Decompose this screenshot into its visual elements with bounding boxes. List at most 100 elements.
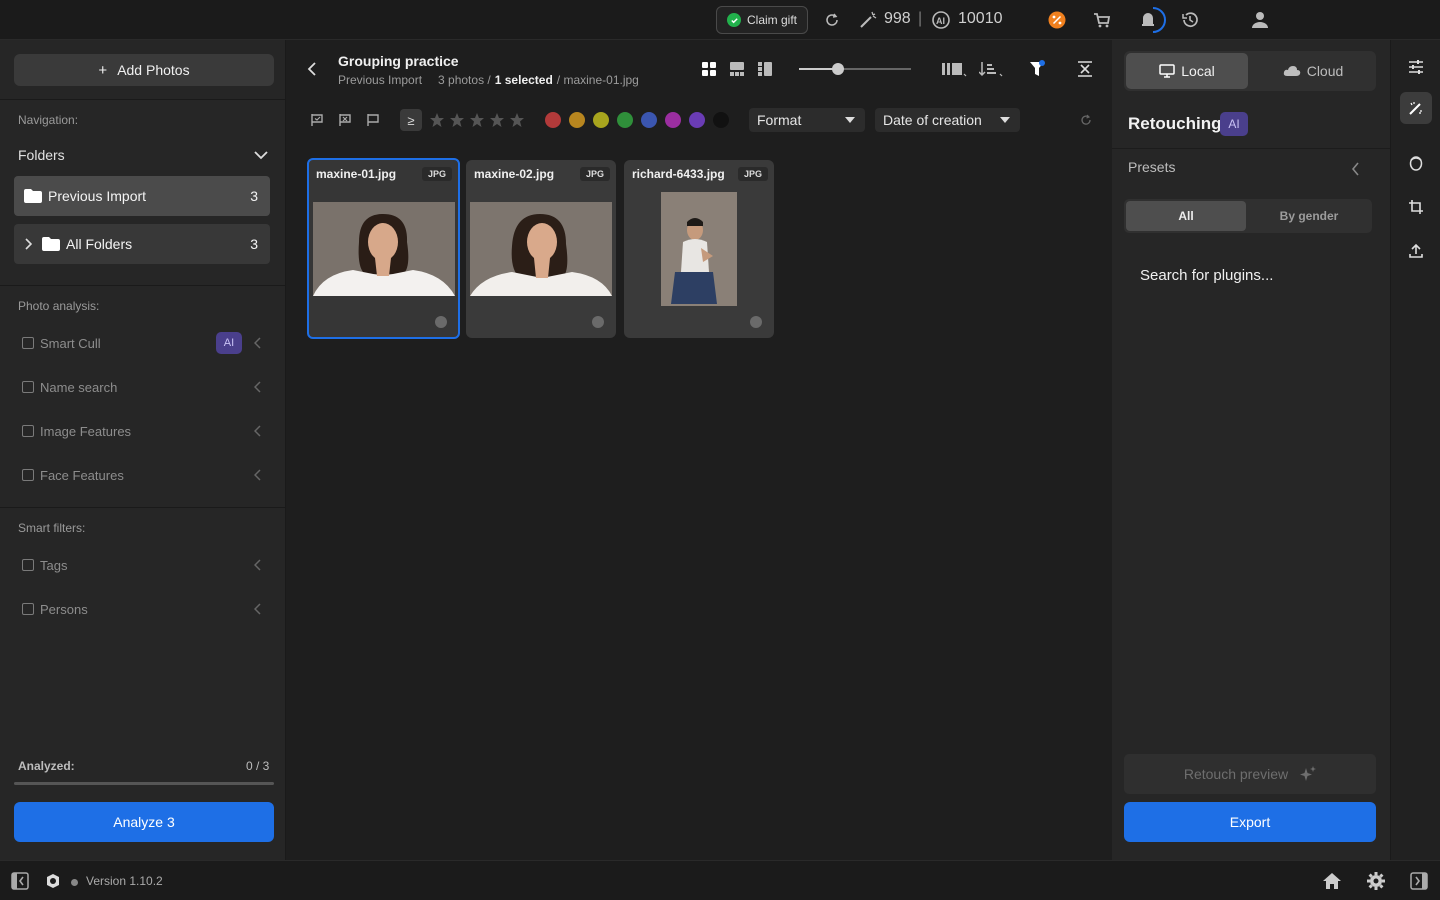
analysis-image-features[interactable]: Image Features xyxy=(22,420,262,442)
checkbox[interactable] xyxy=(22,381,34,393)
library-sort-icon[interactable] xyxy=(941,61,969,77)
tab-cloud[interactable]: Cloud xyxy=(1252,53,1374,89)
checkbox[interactable] xyxy=(22,603,34,615)
flag-unflagged-icon[interactable] xyxy=(366,113,380,127)
monitor-icon xyxy=(1159,64,1176,78)
color-label-dot[interactable] xyxy=(569,112,585,128)
check-circle-icon xyxy=(727,13,741,27)
color-label-dot[interactable] xyxy=(689,112,705,128)
star-icon[interactable] xyxy=(489,112,505,128)
star-rating[interactable] xyxy=(429,112,529,128)
checkbox[interactable] xyxy=(22,425,34,437)
face-mask-icon[interactable] xyxy=(1408,155,1424,171)
folder-icon xyxy=(42,237,60,251)
chevron-left-icon[interactable] xyxy=(1352,162,1360,176)
star-icon[interactable] xyxy=(449,112,465,128)
crop-icon[interactable] xyxy=(1408,199,1424,215)
settings-gear-icon[interactable] xyxy=(1366,871,1386,891)
history-icon[interactable] xyxy=(1180,10,1200,30)
analyze-button[interactable]: Analyze 3 xyxy=(14,802,274,842)
magic-wand-icon[interactable] xyxy=(858,10,878,30)
photo-browser: Grouping practice Previous Import 3 phot… xyxy=(287,40,1111,860)
status-dot[interactable] xyxy=(750,316,762,328)
reset-filters-icon[interactable] xyxy=(1080,114,1092,126)
magic-brush-icon xyxy=(1408,100,1424,116)
flag-picked-icon[interactable] xyxy=(310,113,324,127)
analyzed-value: 0 / 3 xyxy=(246,759,270,773)
photo-card[interactable]: maxine-02.jpg JPG xyxy=(466,160,616,338)
export-button[interactable]: Export xyxy=(1124,802,1376,842)
status-dot[interactable] xyxy=(592,316,604,328)
rating-operator-button[interactable]: ≥ xyxy=(400,109,422,131)
segment-by-gender[interactable]: By gender xyxy=(1248,201,1370,231)
chevron-left-icon xyxy=(254,381,262,393)
segment-all[interactable]: All xyxy=(1126,201,1246,231)
color-label-dot[interactable] xyxy=(593,112,609,128)
status-dot[interactable] xyxy=(435,316,447,328)
retouch-preview-button[interactable]: Retouch preview xyxy=(1124,754,1376,794)
slider-handle[interactable] xyxy=(832,63,844,75)
format-dropdown[interactable]: Format xyxy=(749,108,865,132)
folder-previous-import[interactable]: Previous Import 3 xyxy=(14,176,270,216)
color-label-dot[interactable] xyxy=(713,112,729,128)
right-panel: Local Cloud Retouching AI Presets All By… xyxy=(1112,40,1390,860)
filter-icon[interactable] xyxy=(1029,60,1045,78)
adjustments-icon[interactable] xyxy=(1408,59,1424,75)
analysis-face-features[interactable]: Face Features xyxy=(22,464,262,486)
folders-toggle[interactable]: Folders xyxy=(18,144,268,166)
credits-separator: | xyxy=(918,10,923,27)
sparkle-icon xyxy=(1300,766,1317,782)
checkbox[interactable] xyxy=(22,559,34,571)
navigation-label: Navigation: xyxy=(18,113,79,127)
collapse-right-panel-icon[interactable] xyxy=(1410,872,1428,890)
folder-all-folders[interactable]: All Folders 3 xyxy=(14,224,270,264)
home-icon[interactable] xyxy=(1322,872,1342,890)
analysis-smart-cull[interactable]: Smart Cull AI xyxy=(22,332,262,354)
sort-dropdown[interactable]: Date of creation xyxy=(875,108,1020,132)
chevron-right-icon[interactable] xyxy=(24,238,32,250)
color-label-dot[interactable] xyxy=(665,112,681,128)
folder-count: 3 xyxy=(250,236,258,252)
filter-persons[interactable]: Persons xyxy=(22,598,262,620)
sort-order-icon[interactable] xyxy=(979,61,1005,77)
star-icon[interactable] xyxy=(429,112,445,128)
grid-view-icon[interactable] xyxy=(701,61,717,77)
back-arrow-icon[interactable] xyxy=(307,61,317,77)
bottom-bar: Version 1.10.2 xyxy=(0,860,1440,900)
compare-view-icon[interactable] xyxy=(757,61,773,77)
tab-local[interactable]: Local xyxy=(1126,53,1248,89)
chevron-left-icon xyxy=(254,337,262,349)
export-upload-icon[interactable] xyxy=(1408,243,1424,259)
notifications-icon[interactable] xyxy=(1134,4,1166,36)
star-icon[interactable] xyxy=(469,112,485,128)
retouch-tool-button[interactable] xyxy=(1400,92,1432,124)
claim-gift-button[interactable]: Claim gift xyxy=(716,6,808,34)
thumbnail-size-slider[interactable] xyxy=(799,63,911,75)
collapse-icon[interactable] xyxy=(1078,61,1092,77)
search-plugins[interactable]: Search for plugins... xyxy=(1140,267,1273,284)
collapse-left-panel-icon[interactable] xyxy=(11,872,29,890)
color-labels[interactable] xyxy=(545,112,737,128)
filmstrip-view-icon[interactable] xyxy=(729,61,745,77)
filter-tags[interactable]: Tags xyxy=(22,554,262,576)
checkbox[interactable] xyxy=(22,469,34,481)
folder-label: All Folders xyxy=(66,236,133,252)
user-account-icon[interactable] xyxy=(1250,10,1270,30)
star-icon[interactable] xyxy=(509,112,525,128)
photo-card[interactable]: maxine-01.jpg JPG xyxy=(307,158,460,339)
filter-label: Persons xyxy=(40,601,88,617)
color-label-dot[interactable] xyxy=(617,112,633,128)
add-photos-button[interactable]: + Add Photos xyxy=(14,54,274,86)
color-label-dot[interactable] xyxy=(545,112,561,128)
cart-icon[interactable] xyxy=(1092,10,1112,30)
flag-rejected-icon[interactable] xyxy=(338,113,352,127)
refresh-icon[interactable] xyxy=(824,12,840,28)
photo-card[interactable]: richard-6433.jpg JPG xyxy=(624,160,774,338)
color-label-dot[interactable] xyxy=(641,112,657,128)
discount-badge-icon[interactable] xyxy=(1048,11,1066,29)
photo-thumbnail xyxy=(470,202,612,296)
checkbox[interactable] xyxy=(22,337,34,349)
breadcrumb-folder[interactable]: Previous Import xyxy=(338,73,422,87)
format-badge: JPG xyxy=(737,167,768,181)
analysis-name-search[interactable]: Name search xyxy=(22,376,262,398)
